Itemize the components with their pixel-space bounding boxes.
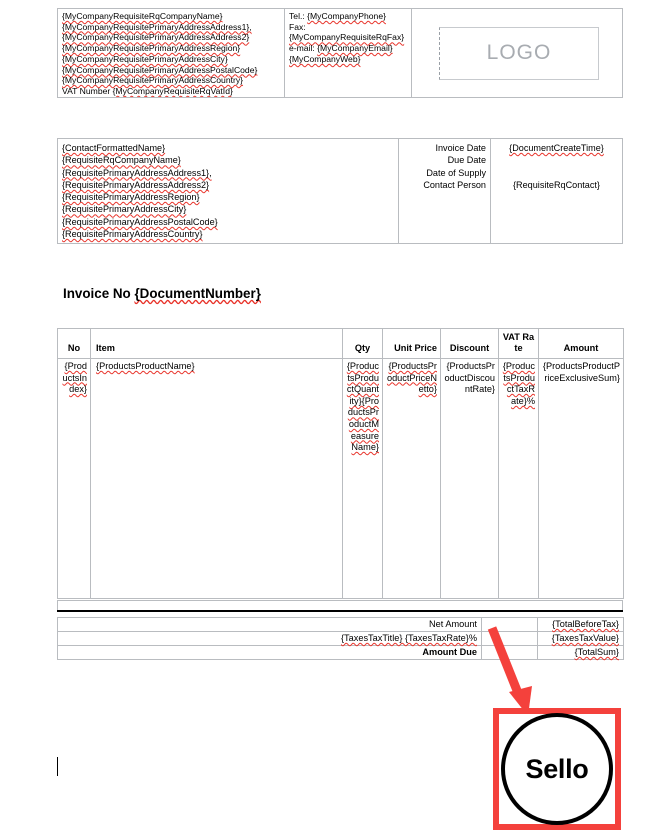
company-region-field: {MyCompanyRequisitePrimaryAddressRegion} — [62, 43, 241, 54]
due-date-value-empty — [495, 154, 618, 166]
company-vat-label: VAT Number — [62, 85, 111, 96]
company-fax-field: {MyCompanyRequisiteRqFax} — [289, 32, 405, 43]
table-bottom-separator — [57, 600, 623, 612]
separator-row — [57, 600, 623, 612]
label-contact-person: Contact Person — [423, 180, 486, 191]
stamp-circle: Sello — [501, 713, 613, 825]
company-vat-line: VAT Number {MyCompanyRequisiteRqVatId} — [62, 86, 281, 97]
column-header-unit-price[interactable]: Unit Price — [382, 328, 441, 359]
column-header-no[interactable]: No — [57, 328, 91, 359]
invoice-date-field: {DocumentCreateTime} — [509, 143, 604, 153]
invoice-template-page: {MyCompanyRequisiteRqCompanyName} {MyCom… — [0, 0, 670, 837]
products-table-header-row: No Item Qty Unit Price Discount VAT Rate… — [57, 328, 624, 359]
tax-spacer — [481, 631, 538, 646]
invoice-no-label: Invoice No — [63, 286, 135, 301]
recipient-city-field: {RequisitePrimaryAddressCity} — [62, 204, 187, 215]
totals-row-net-amount: Net Amount {TotalBeforeTax} — [57, 617, 624, 632]
cell-no: {ProductsIndex} — [57, 358, 91, 599]
contact-person-field: {RequisiteRqContact} — [513, 180, 600, 191]
company-address2-field: {MyCompanyRequisitePrimaryAddressAddress… — [62, 32, 250, 43]
logo-placeholder-box[interactable]: LOGO — [439, 26, 599, 80]
tax-value: {TaxesTaxValue} — [537, 631, 624, 646]
company-tel-line: Tel.: {MyCompanyPhone} — [289, 11, 408, 22]
cell-amount: {ProductsProductPriceExclusiveSum} — [538, 358, 624, 599]
logo-placeholder-text: LOGO — [486, 41, 552, 64]
amount-due-value: {TotalSum} — [537, 645, 624, 660]
text-cursor-caret — [57, 757, 58, 776]
fax-label: Fax: — [289, 21, 306, 32]
totals-row-tax: {TaxesTaxTitle} {TaxesTaxRate}% {TaxesTa… — [57, 631, 624, 646]
label-date-of-supply: Date of Supply — [426, 167, 486, 178]
stamp-label: Sello — [525, 753, 589, 784]
amount-due-spacer — [481, 645, 538, 660]
cell-item: {ProductsProductName} — [90, 358, 343, 599]
amount-due-label: Amount Due — [57, 645, 482, 660]
logo-cell[interactable]: LOGO — [412, 9, 622, 97]
totals-row-amount-due: Amount Due {TotalSum} — [57, 645, 624, 660]
column-header-item[interactable]: Item — [90, 328, 343, 359]
column-header-discount[interactable]: Discount — [440, 328, 499, 359]
tel-label: Tel.: — [289, 11, 305, 21]
cell-qty: {ProductsProductQuantity}{ProductsProduc… — [342, 358, 383, 599]
net-amount-value: {TotalBeforeTax} — [537, 617, 624, 632]
company-address1-field: {MyCompanyRequisitePrimaryAddressAddress… — [62, 21, 252, 32]
date-labels-cell: Invoice Date Due Date Date of Supply Con… — [399, 139, 491, 243]
date-of-supply-value-empty — [495, 167, 618, 179]
tax-label: {TaxesTaxTitle} {TaxesTaxRate}% — [57, 631, 482, 646]
label-invoice-date: Invoice Date — [435, 143, 486, 153]
recipient-dates-block: {ContactFormattedName} {RequisiteRqCompa… — [57, 138, 623, 244]
net-amount-label: Net Amount — [57, 617, 482, 632]
company-web-field: {MyCompanyWeb} — [289, 53, 361, 64]
stamp-highlight-box: Sello — [493, 708, 621, 830]
recipient-address1-field: {RequisitePrimaryAddressAddress1}, — [62, 167, 212, 178]
column-header-qty[interactable]: Qty — [342, 328, 383, 359]
company-address-cell[interactable]: {MyCompanyRequisiteRqCompanyName} {MyCom… — [58, 9, 285, 97]
cell-unit-price: {ProductsProductPriceNetto} — [382, 358, 441, 599]
company-email-line: e-mail: {MyCompanyEmail} — [289, 43, 408, 54]
table-row[interactable]: {ProductsIndex} {ProductsProductName} {P… — [57, 358, 624, 599]
column-header-vat-rate[interactable]: VAT Rate — [498, 328, 539, 359]
recipient-region-field: {RequisitePrimaryAddressRegion} — [62, 192, 200, 203]
net-amount-spacer — [481, 617, 538, 632]
company-phone-field: {MyCompanyPhone} — [307, 11, 386, 21]
date-values-cell[interactable]: {DocumentCreateTime} {RequisiteRqContact… — [491, 139, 622, 243]
recipient-address-cell[interactable]: {ContactFormattedName} {RequisiteRqCompa… — [58, 139, 399, 243]
email-label: e-mail: — [289, 43, 315, 54]
company-city-field: {MyCompanyRequisitePrimaryAddressCity} — [62, 53, 228, 64]
recipient-country-field: {RequisitePrimaryAddressCountry} — [62, 229, 203, 240]
company-postalcode-field: {MyCompanyRequisitePrimaryAddressPostalC… — [62, 64, 258, 75]
recipient-contact-name-field: {ContactFormattedName} — [62, 143, 166, 153]
company-country-field: {MyCompanyRequisitePrimaryAddressCountry… — [62, 75, 244, 86]
recipient-address2-field: {RequisitePrimaryAddressAddress2} — [62, 179, 210, 190]
label-due-date: Due Date — [447, 155, 486, 166]
company-vat-field: {MyCompanyRequisiteRqVatId} — [112, 85, 233, 96]
company-email-field: {MyCompanyEmail} — [317, 43, 393, 54]
column-header-amount[interactable]: Amount — [538, 328, 624, 359]
recipient-company-name-field: {RequisiteRqCompanyName} — [62, 155, 181, 166]
company-contact-cell[interactable]: Tel.: {MyCompanyPhone} Fax: {MyCompanyRe… — [285, 9, 412, 97]
company-header-block: {MyCompanyRequisiteRqCompanyName} {MyCom… — [57, 8, 623, 98]
cell-vat-rate: {ProductsProductTaxRate}% — [498, 358, 539, 599]
company-name-field: {MyCompanyRequisiteRqCompanyName} — [62, 11, 223, 21]
totals-table: Net Amount {TotalBeforeTax} {TaxesTaxTit… — [57, 617, 624, 660]
products-table: No Item Qty Unit Price Discount VAT Rate… — [57, 328, 624, 599]
cell-discount: {ProductsProductDiscountRate} — [440, 358, 499, 599]
invoice-number-heading: Invoice No {DocumentNumber} — [63, 286, 261, 301]
document-number-field: {DocumentNumber} — [134, 286, 261, 301]
separator-cell — [57, 600, 623, 612]
recipient-postalcode-field: {RequisitePrimaryAddressPostalCode} — [62, 216, 218, 227]
